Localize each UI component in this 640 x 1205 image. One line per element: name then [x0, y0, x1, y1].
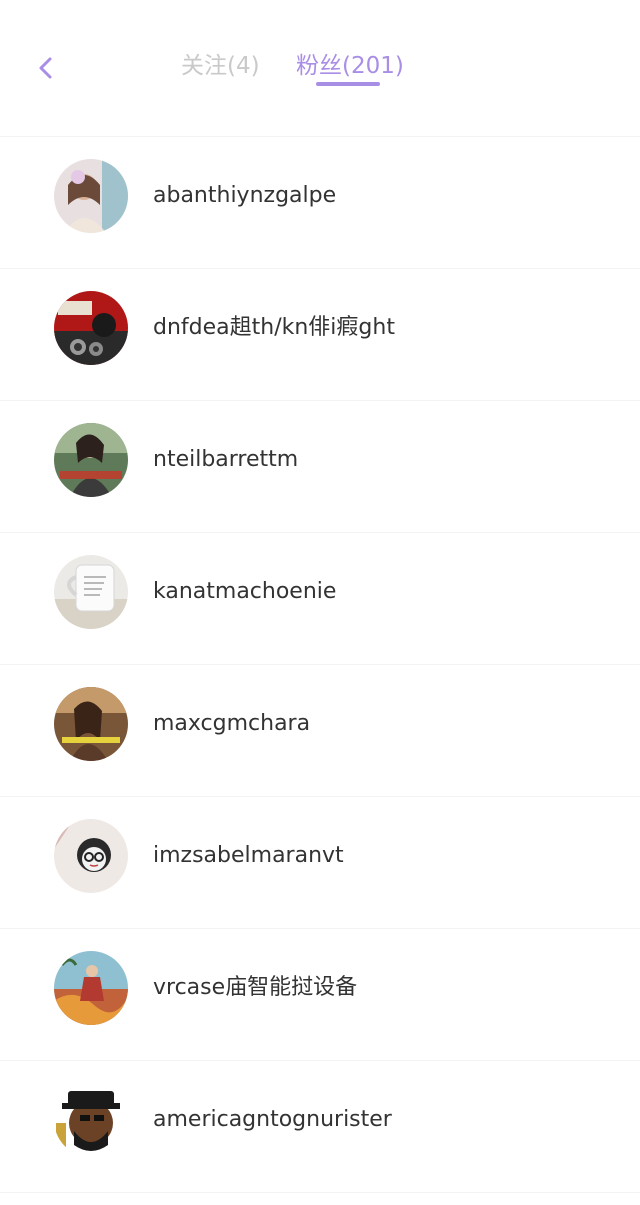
- avatar[interactable]: [54, 819, 128, 893]
- avatar[interactable]: [54, 951, 128, 1025]
- followers-list: abanthiynzgalpe dnfdea趄th/kn俳i瘕ght nteil…: [0, 136, 640, 1193]
- active-tab-indicator: [316, 82, 380, 86]
- avatar[interactable]: [54, 555, 128, 629]
- followers-screen: 关注(4) 粉丝(201) abanthiynzgalpe dnfdea趄th/…: [0, 0, 640, 1205]
- avatar[interactable]: [54, 423, 128, 497]
- list-item[interactable]: kanatmachoenie: [0, 532, 640, 664]
- username: nteilbarrettm: [153, 447, 299, 472]
- username: dnfdea趄th/kn俳i瘕ght: [153, 315, 395, 340]
- list-item[interactable]: maxcgmchara: [0, 664, 640, 796]
- username: abanthiynzgalpe: [153, 183, 337, 208]
- username: americagntognurister: [153, 1107, 392, 1132]
- tab-bar: 关注(4) 粉丝(201): [0, 46, 640, 96]
- username: maxcgmchara: [153, 711, 311, 736]
- list-item[interactable]: americagntognurister: [0, 1060, 640, 1193]
- avatar[interactable]: [54, 1083, 128, 1157]
- header: 关注(4) 粉丝(201): [0, 0, 640, 110]
- list-item[interactable]: imzsabelmaranvt: [0, 796, 640, 928]
- username: kanatmachoenie: [153, 579, 337, 604]
- tab-followers[interactable]: 粉丝(201): [296, 46, 404, 86]
- list-item[interactable]: nteilbarrettm: [0, 400, 640, 532]
- avatar[interactable]: [54, 291, 128, 365]
- list-item[interactable]: vrcase庙智能挝设备: [0, 928, 640, 1060]
- list-item[interactable]: dnfdea趄th/kn俳i瘕ght: [0, 268, 640, 400]
- avatar[interactable]: [54, 159, 128, 233]
- username: imzsabelmaranvt: [153, 843, 344, 868]
- tab-following[interactable]: 关注(4): [181, 46, 260, 86]
- avatar[interactable]: [54, 687, 128, 761]
- list-item[interactable]: abanthiynzgalpe: [0, 136, 640, 268]
- username: vrcase庙智能挝设备: [153, 975, 358, 1000]
